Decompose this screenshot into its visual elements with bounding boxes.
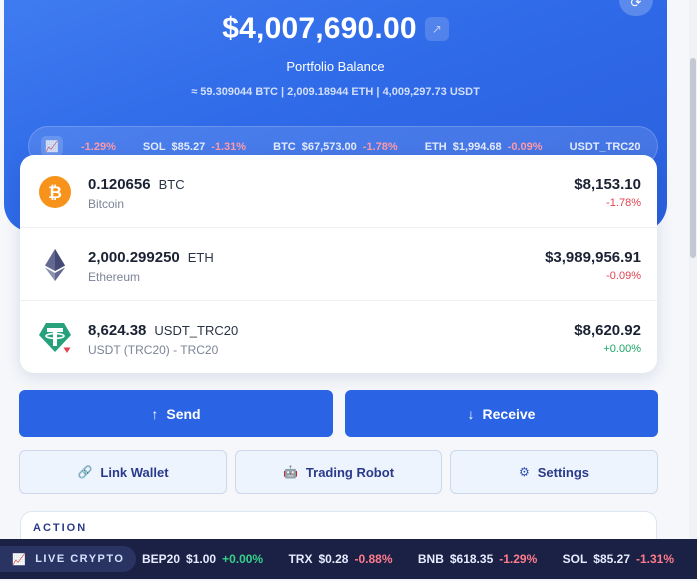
- balance-row: $4,007,690.00 ↗: [4, 12, 667, 46]
- settings-button[interactable]: ⚙ Settings: [450, 450, 658, 494]
- live-price: $0.28: [318, 552, 349, 566]
- live-symbol: BNB: [417, 552, 444, 566]
- tether-icon: [39, 323, 72, 355]
- asset-usd-value: $3,989,956.91: [545, 249, 641, 266]
- asset-usd-value: $8,153.10: [574, 176, 641, 193]
- settings-label: Settings: [537, 464, 590, 480]
- link-wallet-label: Link Wallet: [100, 464, 169, 480]
- ticker-change: -1.78%: [362, 141, 398, 153]
- live-badge: 📈 LIVE CRYPTO: [0, 546, 137, 572]
- asset-name: Bitcoin: [88, 197, 125, 211]
- live-crypto-bar: 📈 LIVE CRYPTO BEP20 $1.00 +0.00% TRX $0.28-…: [0, 539, 697, 579]
- live-price: $85.27: [593, 552, 630, 566]
- send-button[interactable]: ↑ Send: [19, 390, 333, 437]
- asset-row-eth[interactable]: 2,000.299250 ETH Ethereum $3,989,956.91 -…: [20, 228, 657, 301]
- asset-usd-value: $8,620.92: [574, 322, 641, 339]
- receive-button[interactable]: ↓ Receive: [345, 390, 658, 437]
- send-label: Send: [166, 405, 201, 422]
- scrollbar[interactable]: [689, 0, 697, 539]
- trading-robot-label: Trading Robot: [305, 464, 395, 480]
- live-symbol: TRX: [288, 552, 313, 566]
- asset-name: USDT (TRC20) - TRC20: [88, 343, 219, 357]
- ticker-price: $67,573.00: [301, 141, 357, 153]
- ticker-change: -0.09%: [507, 141, 543, 153]
- live-badge-label: LIVE CRYPTO: [35, 553, 125, 565]
- live-change: -1.29%: [499, 552, 538, 566]
- asset-amount: 2,000.299250 ETH: [88, 249, 214, 266]
- robot-icon: 🤖: [282, 465, 298, 479]
- live-change: +0.00%: [222, 552, 264, 566]
- asset-list: ₿ 0.120656 BTC Bitcoin $8,153.10 -1.78% 2…: [20, 155, 657, 373]
- scrollbar-thumb[interactable]: [690, 58, 696, 258]
- ticker-symbol: SOL: [142, 141, 166, 153]
- live-change: -1.31%: [636, 552, 675, 566]
- section-title: ACTION: [33, 522, 88, 534]
- asset-change: -0.09%: [606, 270, 641, 282]
- live-symbol: BEP20: [142, 552, 181, 566]
- asset-ticker: USDT_TRC20: [154, 323, 239, 338]
- arrow-down-icon: ↓: [467, 405, 475, 422]
- asset-row-btc[interactable]: ₿ 0.120656 BTC Bitcoin $8,153.10 -1.78%: [20, 155, 657, 228]
- portfolio-equivalent: ≈ 59.309044 BTC | 2,009.18944 ETH | 4,00…: [191, 86, 480, 98]
- asset-change: -1.78%: [606, 197, 641, 209]
- asset-row-usdt[interactable]: 8,624.38 USDT_TRC20 USDT (TRC20) - TRC20 …: [20, 301, 657, 373]
- live-symbol: SOL: [562, 552, 588, 566]
- trading-robot-button[interactable]: 🤖 Trading Robot: [235, 450, 442, 494]
- portfolio-balance: $4,007,690.00: [222, 12, 417, 45]
- asset-name: Ethereum: [88, 270, 141, 284]
- ticker-price: $85.27: [171, 141, 206, 153]
- link-wallet-button[interactable]: 🔗 Link Wallet: [19, 450, 227, 494]
- chart-icon[interactable]: 📈: [41, 136, 63, 156]
- receive-label: Receive: [482, 405, 536, 422]
- gear-icon: ⚙: [518, 465, 530, 479]
- live-change: -0.88%: [354, 552, 393, 566]
- live-price: $1.00: [186, 552, 217, 566]
- ticker-symbol: BTC: [273, 141, 296, 153]
- asset-change: +0.00%: [603, 343, 641, 355]
- svg-text:₿: ₿: [48, 183, 62, 203]
- asset-ticker: ETH: [187, 250, 214, 265]
- chart-icon: 📈: [12, 553, 28, 566]
- arrow-up-icon: ↑: [151, 405, 159, 422]
- link-icon: 🔗: [77, 465, 93, 479]
- asset-amount: 0.120656 BTC: [88, 176, 185, 193]
- asset-ticker: BTC: [158, 177, 185, 192]
- ticker-symbol: USDT_TRC20: [569, 141, 641, 153]
- trend-up-icon[interactable]: ↗: [424, 17, 449, 41]
- ticker-change: -1.31%: [211, 141, 247, 153]
- ticker-price: $1,994.68: [452, 141, 502, 153]
- ticker-items: -1.29% SOL $85.27 -1.31% BTC $67,573.00 -1.7…: [81, 141, 646, 153]
- ethereum-icon: [45, 249, 65, 281]
- live-ticker-items: BEP20 $1.00 +0.00% TRX $0.28 -0.88% BNB $618.…: [142, 552, 696, 566]
- live-price: $618.35: [449, 552, 494, 566]
- portfolio-label: Portfolio Balance: [286, 59, 385, 74]
- ticker-change: -1.29%: [81, 141, 116, 153]
- ticker-symbol: ETH: [424, 141, 447, 153]
- bitcoin-icon: ₿: [39, 176, 71, 208]
- asset-amount: 8,624.38 USDT_TRC20: [88, 322, 239, 339]
